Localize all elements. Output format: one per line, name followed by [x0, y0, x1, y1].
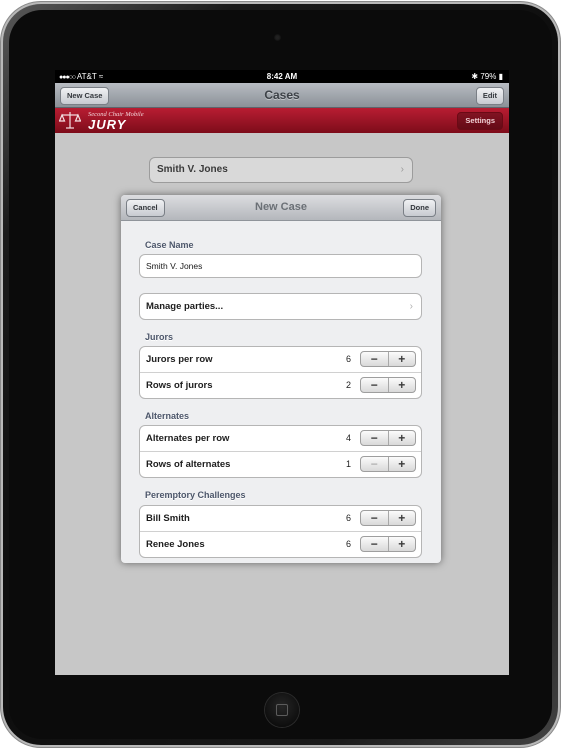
- chevron-right-icon: ›: [400, 164, 404, 175]
- decrement-button[interactable]: −: [361, 457, 389, 471]
- peremptory-challenges-header: Peremptory Challenges: [145, 490, 246, 500]
- modal-title: New Case: [255, 201, 307, 213]
- scales-of-justice-logo: [59, 112, 81, 129]
- brand-product-name: JURY: [88, 117, 127, 132]
- battery-percent: 79%: [480, 72, 497, 81]
- bluetooth-icon: ✱: [471, 72, 479, 81]
- front-camera: [274, 34, 281, 41]
- decrement-button[interactable]: −: [361, 431, 389, 445]
- alternates-per-row-row: Alternates per row 4 − +: [140, 426, 421, 452]
- row-value: 6: [345, 539, 351, 549]
- case-name-field[interactable]: Smith V. Jones: [139, 254, 422, 278]
- decrement-button[interactable]: −: [361, 352, 389, 366]
- renee-jones-row: Renee Jones 6 − +: [140, 532, 421, 557]
- party-name: Bill Smith: [146, 513, 190, 524]
- row-value: 2: [345, 380, 351, 390]
- case-name-header: Case Name: [145, 240, 194, 250]
- bill-smith-row: Bill Smith 6 − +: [140, 506, 421, 532]
- battery-info: ✱ 79% ▮: [471, 70, 503, 83]
- row-value: 6: [345, 513, 351, 523]
- challenges-group: Bill Smith 6 − + Renee Jones 6 − +: [139, 505, 422, 558]
- rows-of-alternates-row: Rows of alternates 1 − +: [140, 452, 421, 477]
- home-button[interactable]: [265, 693, 299, 727]
- brand-bar: Second Chair Mobile JURY Settings: [55, 108, 509, 133]
- manage-parties-label: Manage parties...: [146, 301, 224, 312]
- increment-button[interactable]: +: [389, 537, 416, 551]
- home-square-icon: [276, 704, 288, 716]
- increment-button[interactable]: +: [389, 352, 416, 366]
- chevron-right-icon: ›: [409, 301, 413, 312]
- alternates-per-row-stepper[interactable]: − +: [360, 430, 416, 446]
- alternates-header: Alternates: [145, 411, 190, 421]
- party-name: Renee Jones: [146, 539, 205, 550]
- done-button[interactable]: Done: [403, 199, 436, 217]
- decrement-button[interactable]: −: [361, 378, 389, 392]
- decrement-button[interactable]: −: [361, 511, 389, 525]
- manage-parties-row[interactable]: Manage parties... ›: [140, 294, 421, 319]
- increment-button[interactable]: +: [389, 431, 416, 445]
- alternates-group: Alternates per row 4 − + Rows of alterna…: [139, 425, 422, 478]
- status-bar: ●●●○○ AT&T ≈ 8:42 AM ✱ 79% ▮: [55, 70, 509, 83]
- rows-of-alternates-stepper[interactable]: − +: [360, 456, 416, 472]
- modal-toolbar: Cancel New Case Done: [121, 195, 441, 221]
- row-value: 6: [345, 354, 351, 364]
- settings-button[interactable]: Settings: [457, 112, 503, 130]
- decrement-button[interactable]: −: [361, 537, 389, 551]
- row-value: 4: [345, 433, 351, 443]
- edit-button[interactable]: Edit: [475, 87, 504, 105]
- battery-icon: ▮: [498, 72, 503, 81]
- navigation-bar: New Case Cases Edit: [55, 83, 509, 108]
- row-label: Rows of alternates: [146, 459, 231, 470]
- row-label: Jurors per row: [146, 354, 213, 365]
- increment-button[interactable]: +: [389, 378, 416, 392]
- manage-parties-group: Manage parties... ›: [139, 293, 422, 320]
- jurors-header: Jurors: [145, 332, 174, 342]
- row-label: Rows of jurors: [146, 380, 213, 391]
- renee-jones-stepper[interactable]: − +: [360, 536, 416, 552]
- row-value: 1: [345, 459, 351, 469]
- jurors-per-row-row: Jurors per row 6 − +: [140, 347, 421, 373]
- rows-of-jurors-stepper[interactable]: − +: [360, 377, 416, 393]
- increment-button[interactable]: +: [389, 511, 416, 525]
- row-label: Alternates per row: [146, 433, 230, 444]
- page-title: Cases: [264, 88, 300, 102]
- jurors-per-row-stepper[interactable]: − +: [360, 351, 416, 367]
- status-time: 8:42 AM: [266, 72, 298, 81]
- case-list-item[interactable]: Smith V. Jones ›: [149, 157, 413, 183]
- bill-smith-stepper[interactable]: − +: [360, 510, 416, 526]
- increment-button[interactable]: +: [389, 457, 416, 471]
- jurors-group: Jurors per row 6 − + Rows of jurors 2 − …: [139, 346, 422, 399]
- rows-of-jurors-row: Rows of jurors 2 − +: [140, 373, 421, 398]
- new-case-modal: Cancel New Case Done Case Name Smith V. …: [121, 195, 441, 563]
- case-name: Smith V. Jones: [157, 164, 228, 175]
